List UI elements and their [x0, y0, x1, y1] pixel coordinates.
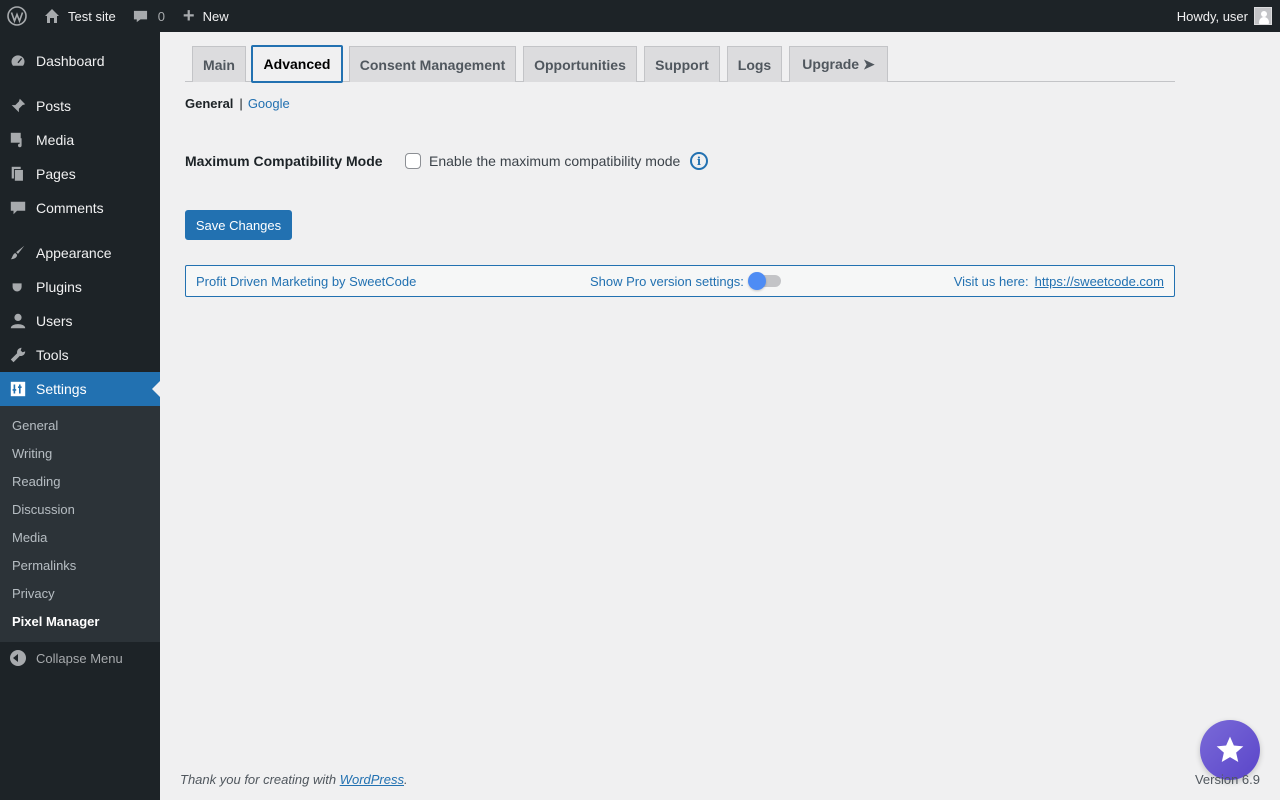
wordpress-logo-icon[interactable]	[1, 0, 33, 32]
subnav-separator: |	[239, 96, 243, 111]
avatar	[1254, 7, 1272, 25]
menu-label: Tools	[36, 347, 69, 363]
menu-item-comments[interactable]: Comments	[0, 191, 160, 225]
sweetcode-link[interactable]: https://sweetcode.com	[1035, 274, 1164, 289]
footer-thanks: Thank you for creating with WordPress.	[180, 772, 408, 787]
subnav-google-link[interactable]: Google	[248, 96, 290, 111]
new-label: New	[202, 8, 229, 24]
star-icon	[1216, 736, 1244, 762]
thanks-period: .	[404, 772, 408, 787]
submenu-item-pixel-manager[interactable]: Pixel Manager	[12, 614, 99, 629]
menu-item-posts[interactable]: Posts	[0, 89, 160, 123]
menu-label: Appearance	[36, 245, 112, 261]
submenu-item-writing[interactable]: Writing	[12, 446, 52, 461]
brand-link[interactable]: Profit Driven Marketing by SweetCode	[196, 274, 416, 289]
menu-label: Posts	[36, 98, 72, 114]
plugin-info-bar: Profit Driven Marketing by SweetCode Sho…	[185, 265, 1175, 297]
submenu-item-privacy[interactable]: Privacy	[12, 586, 55, 601]
howdy-label: Howdy, user	[1176, 8, 1248, 24]
plus-icon: +	[182, 5, 195, 27]
main-content: Main Advanced Consent Management Opportu…	[160, 32, 1280, 800]
menu-label: Pages	[36, 166, 76, 182]
menu-label: Plugins	[36, 279, 82, 295]
admin-bar: Test site 0 + New Howdy, user	[0, 0, 1280, 32]
wordpress-link[interactable]: WordPress	[340, 772, 404, 787]
submenu-item-general[interactable]: General	[12, 418, 58, 433]
dashboard-icon	[0, 52, 36, 70]
pin-icon	[0, 97, 36, 115]
menu-item-media[interactable]: Media	[0, 123, 160, 157]
max-compat-checkbox[interactable]	[405, 153, 421, 169]
sub-navigation: General | Google	[185, 96, 290, 111]
subnav-general: General	[185, 96, 234, 111]
menu-label: Media	[36, 132, 75, 148]
max-compat-checkbox-label[interactable]: Enable the maximum compatibility mode	[429, 153, 680, 169]
menu-label: Dashboard	[36, 53, 105, 69]
tab-support[interactable]: Support	[644, 46, 720, 82]
toggle-knob	[748, 272, 766, 290]
menu-item-appearance[interactable]: Appearance	[0, 236, 160, 270]
menu-label: Settings	[36, 381, 87, 397]
menu-item-settings[interactable]: Settings	[0, 372, 160, 406]
tab-logs[interactable]: Logs	[727, 46, 782, 82]
users-icon	[0, 312, 36, 330]
visit-label: Visit us here:	[953, 274, 1029, 289]
admin-menu: Dashboard Posts Media Pages Comments App…	[0, 32, 160, 800]
tab-upgrade[interactable]: Upgrade ➤	[789, 46, 888, 82]
menu-item-pages[interactable]: Pages	[0, 157, 160, 191]
new-content-link[interactable]: + New	[183, 0, 229, 32]
menu-label: Comments	[36, 200, 104, 216]
site-name-link[interactable]: Test site	[44, 0, 116, 32]
collapse-menu-button[interactable]: Collapse Menu	[0, 646, 160, 670]
comment-icon	[0, 199, 36, 217]
star-floating-button[interactable]	[1200, 720, 1260, 780]
pro-settings-toggle[interactable]	[748, 272, 781, 290]
pages-icon	[0, 165, 36, 183]
menu-item-dashboard[interactable]: Dashboard	[0, 44, 160, 78]
site-name-label: Test site	[68, 8, 116, 24]
comment-bubble-icon	[133, 10, 147, 22]
collapse-label: Collapse Menu	[36, 650, 123, 666]
comments-link[interactable]: 0	[133, 0, 165, 32]
plugin-icon	[0, 278, 36, 296]
submenu-item-permalinks[interactable]: Permalinks	[12, 558, 76, 573]
visit-us: Visit us here: https://sweetcode.com	[954, 274, 1164, 289]
collapse-arrow-icon	[10, 650, 26, 666]
menu-label: Users	[36, 313, 73, 329]
settings-icon	[0, 380, 36, 398]
thanks-text: Thank you for creating with	[180, 772, 340, 787]
max-compat-label: Maximum Compatibility Mode	[185, 153, 383, 169]
menu-item-plugins[interactable]: Plugins	[0, 270, 160, 304]
comments-count: 0	[157, 8, 165, 24]
tab-advanced[interactable]: Advanced	[251, 45, 343, 83]
submenu-item-discussion[interactable]: Discussion	[12, 502, 75, 517]
submenu-item-media[interactable]: Media	[12, 530, 47, 545]
save-changes-button[interactable]: Save Changes	[185, 210, 292, 240]
home-icon	[45, 9, 59, 23]
settings-tabs: Main Advanced Consent Management Opportu…	[185, 45, 1175, 83]
account-menu[interactable]: Howdy, user	[1177, 0, 1272, 32]
menu-item-tools[interactable]: Tools	[0, 338, 160, 372]
settings-submenu: General Writing Reading Discussion Media…	[0, 406, 160, 642]
submenu-item-reading[interactable]: Reading	[12, 474, 60, 489]
brush-icon	[0, 244, 36, 262]
version-label: Version 6.9	[1194, 772, 1260, 787]
tab-main[interactable]: Main	[192, 46, 246, 82]
media-icon	[0, 131, 36, 149]
pro-toggle-label: Show Pro version settings:	[590, 274, 744, 289]
wrench-icon	[0, 346, 36, 364]
menu-item-users[interactable]: Users	[0, 304, 160, 338]
tab-consent-management[interactable]: Consent Management	[349, 46, 516, 82]
tab-opportunities[interactable]: Opportunities	[523, 46, 637, 82]
info-icon[interactable]: i	[690, 152, 708, 170]
